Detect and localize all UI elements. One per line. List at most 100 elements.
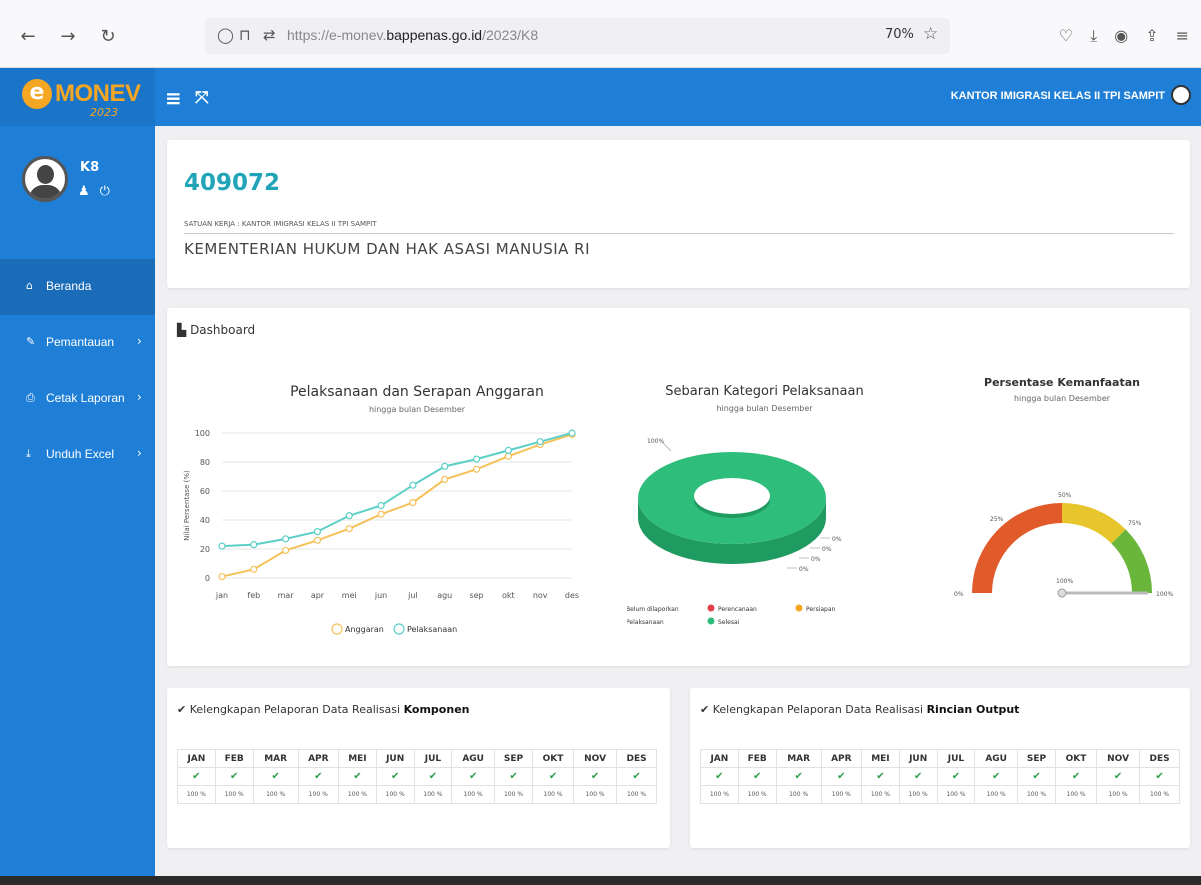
sidebar-item-unduh-excel[interactable]: ⤓ Unduh Excel › xyxy=(0,427,155,483)
x-tick-label: des xyxy=(565,591,579,600)
user-menu-icon[interactable] xyxy=(1171,85,1191,105)
zoom-level[interactable]: 70% xyxy=(885,27,914,42)
data-point xyxy=(472,455,481,463)
data-point xyxy=(377,501,385,510)
app-logo[interactable]: e MONEV 2023 xyxy=(0,68,155,126)
print-icon: ⎙ xyxy=(26,391,35,404)
hamburger-icon[interactable]: ≡ xyxy=(165,86,182,110)
menu-icon[interactable]: ≡ xyxy=(1176,26,1189,46)
check-circle-icon: ✔ xyxy=(700,703,710,716)
y-tick-label: 40 xyxy=(200,516,210,525)
data-point xyxy=(409,498,417,507)
percent-cell: 100 % xyxy=(861,785,900,804)
forward-icon[interactable]: → xyxy=(58,26,78,47)
gauge-tick-label: 0% xyxy=(954,591,964,598)
back-icon[interactable]: ← xyxy=(18,26,38,47)
month-header: MEI xyxy=(861,749,900,768)
fullscreen-icon[interactable]: ⤧ xyxy=(195,88,209,108)
check-circle-icon: ✔ xyxy=(451,767,495,786)
x-tick-label: feb xyxy=(247,591,260,600)
legend-label: Pelaksanaan xyxy=(627,619,664,626)
url-text[interactable]: https://e-monev.bappenas.go.id/2023/K8 xyxy=(287,27,538,43)
check-circle-icon: ✔ xyxy=(737,767,777,786)
x-tick-label: sep xyxy=(469,591,483,600)
ministry-name: KEMENTERIAN HUKUM DAN HAK ASASI MANUSIA … xyxy=(184,240,591,258)
month-header: APR xyxy=(297,749,340,768)
gauge-tick-label: 50% xyxy=(1058,492,1072,499)
month-header: FEB xyxy=(214,749,254,768)
table-row: ✔ ✔ ✔ ✔ ✔ ✔ ✔ ✔ ✔ ✔ ✔ ✔ xyxy=(177,767,657,786)
download-icon[interactable]: ⤓ xyxy=(1090,26,1097,46)
check-circle-icon: ✔ xyxy=(375,767,415,786)
logo-year: 2023 xyxy=(90,106,118,119)
pocket-icon[interactable]: ♡ xyxy=(1059,26,1073,46)
check-circle-icon: ✔ xyxy=(1016,767,1057,786)
office-name[interactable]: KANTOR IMIGRASI KELAS II TPI SAMPIT xyxy=(951,90,1165,102)
check-circle-icon: ✔ xyxy=(820,767,863,786)
month-header: OKT xyxy=(532,749,575,768)
y-tick-label: 100 xyxy=(195,429,210,438)
month-header: OKT xyxy=(1055,749,1098,768)
line-chart-title: Pelaksanaan dan Serapan Anggaran xyxy=(290,384,544,400)
x-tick-label: apr xyxy=(311,591,325,600)
table-row: 100 % 100 % 100 % 100 % 100 % 100 % 100 % 100 %… xyxy=(177,785,657,804)
dashboard-title: ▙ Dashboard xyxy=(177,323,255,337)
data-point xyxy=(218,542,226,550)
user-name: K8 xyxy=(80,160,100,175)
bookmark-star-icon[interactable]: ☆ xyxy=(923,24,938,44)
y-tick-label: 60 xyxy=(200,487,210,496)
legend-marker xyxy=(707,617,715,625)
donut-chart-title: Sebaran Kategori Pelaksanaan xyxy=(665,384,864,399)
gauge-chart-subtitle: hingga bulan Desember xyxy=(1013,394,1111,403)
shield-icon[interactable]: ◯ xyxy=(217,26,234,44)
account-icon[interactable]: ◉ xyxy=(1114,26,1128,46)
percent-cell: 100 % xyxy=(820,785,863,804)
data-label: 0% xyxy=(822,546,832,553)
divider xyxy=(184,233,1174,234)
percent-cell: 100 % xyxy=(413,785,453,804)
y-tick-label: 80 xyxy=(200,458,210,467)
data-point xyxy=(441,462,449,470)
data-point xyxy=(377,510,385,518)
month-header: DES xyxy=(616,749,657,768)
legend-label: Belum dilaporkan xyxy=(627,606,679,613)
komponen-card: ✔ Kelengkapan Pelaporan Data Realisasi K… xyxy=(167,688,670,848)
percent-cell: 100 % xyxy=(700,785,739,804)
share-icon[interactable]: ⇪ xyxy=(1145,26,1158,46)
komponen-title-prefix: Kelengkapan Pelaporan Data Realisasi xyxy=(189,703,404,716)
home-icon: ⌂ xyxy=(26,279,33,292)
rincian-title-prefix: Kelengkapan Pelaporan Data Realisasi xyxy=(712,703,927,716)
taskbar xyxy=(0,876,1201,885)
sidebar-item-pemantauan[interactable]: ✎ Pemantauan › xyxy=(0,315,155,371)
line-chart: 0 20 40 60 80 100 jan feb mar apr mei jun jul agu sep o… xyxy=(183,429,579,635)
check-circle-icon: ✔ xyxy=(573,767,618,786)
user-icon[interactable]: ♟ xyxy=(78,184,90,199)
gauge-chart: 0% 25% 50% 75% 100% 100% xyxy=(954,492,1173,598)
address-bar[interactable]: ◯ ⊓ ⇄ https://e-monev.bappenas.go.id/202… xyxy=(205,18,950,54)
month-header: MEI xyxy=(338,749,377,768)
sidebar-item-beranda[interactable]: ⌂ Beranda xyxy=(0,259,155,315)
month-header: MAR xyxy=(775,749,822,768)
check-circle-icon: ✔ xyxy=(252,767,299,786)
data-point xyxy=(504,446,512,455)
reload-icon[interactable]: ↻ xyxy=(98,26,118,47)
power-icon[interactable]: ⏻ xyxy=(100,184,110,199)
chart-icon: ▙ xyxy=(177,323,187,337)
check-circle-icon: ✔ xyxy=(1096,767,1141,786)
table-row: JAN FEB MAR APR MEI JUN JUL AGU SEP OKT NOV DES xyxy=(177,749,657,768)
legend-marker xyxy=(707,604,715,612)
permissions-icon[interactable]: ⇄ xyxy=(263,26,276,44)
legend-marker xyxy=(795,604,803,612)
month-header: JAN xyxy=(700,749,739,768)
check-circle-icon: ✔ xyxy=(936,767,976,786)
sidebar-item-cetak-laporan[interactable]: ⎙ Cetak Laporan › xyxy=(0,371,155,427)
gauge-chart-title: Persentase Kemanfaatan xyxy=(984,376,1140,389)
label-connector xyxy=(660,440,672,452)
data-point xyxy=(441,475,449,484)
komponen-table: JAN FEB MAR APR MEI JUN JUL AGU SEP OKT NOV DES ✔ ✔ ✔ ✔… xyxy=(177,749,657,804)
percent-cell: 100 % xyxy=(1055,785,1098,804)
data-point xyxy=(568,429,576,437)
dashboard-title-text: Dashboard xyxy=(190,323,256,337)
lock-icon[interactable]: ⊓ xyxy=(239,26,251,44)
check-circle-icon: ✔ xyxy=(700,767,739,786)
